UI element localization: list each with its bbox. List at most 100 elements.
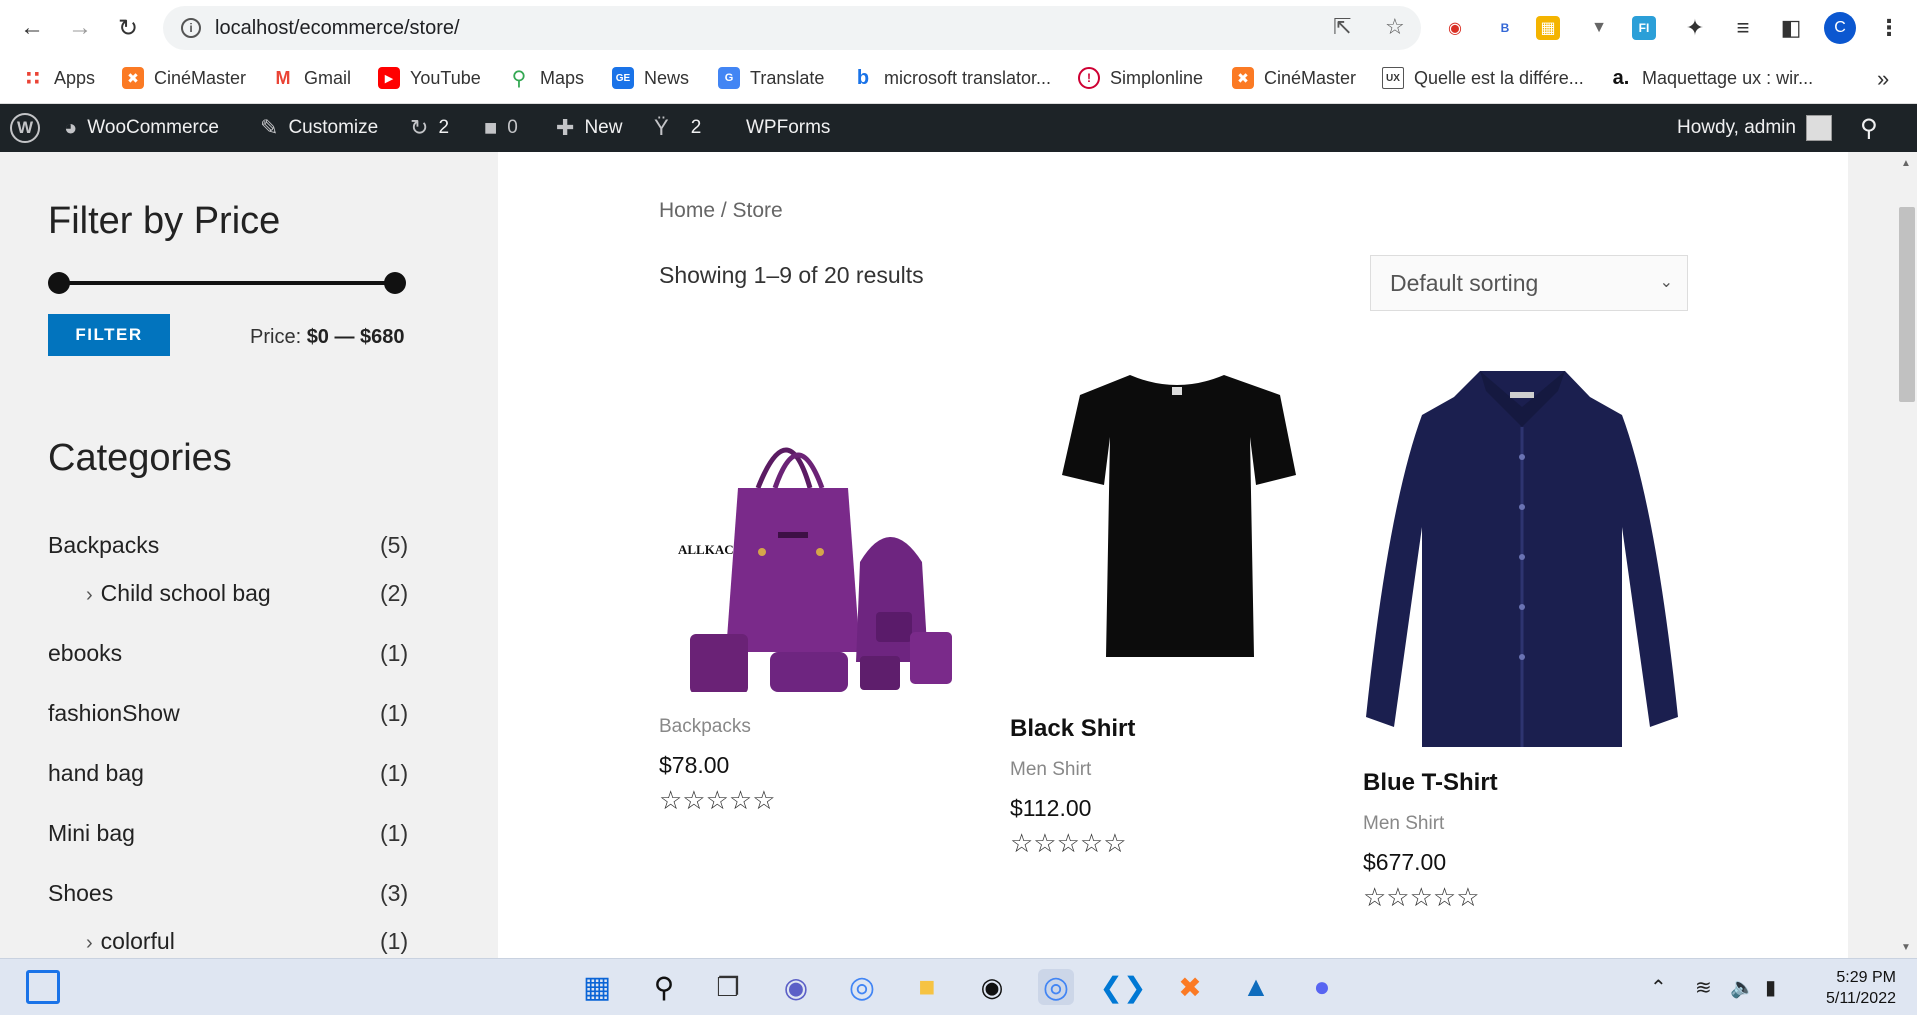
product-price: $112.00 bbox=[1010, 795, 1092, 821]
chevron-up-icon[interactable]: ⌃ bbox=[1650, 975, 1667, 1000]
extensions-puzzle-icon[interactable]: ✦ bbox=[1680, 13, 1710, 43]
extension-icon[interactable]: ▦ bbox=[1536, 16, 1560, 40]
bookmark-gmail[interactable]: M Gmail bbox=[272, 56, 352, 100]
bookmark-simplonline[interactable]: ! Simplonline bbox=[1078, 56, 1203, 100]
bookmark-cinemaster-2[interactable]: ✖ CinéMaster bbox=[1232, 56, 1356, 100]
url-text[interactable]: localhost/ecommerce/store/ bbox=[215, 17, 460, 40]
extension-icon[interactable]: ◉ bbox=[1440, 13, 1470, 43]
task-view-icon[interactable]: ❐ bbox=[710, 969, 746, 1005]
extension-icon[interactable]: FI bbox=[1632, 16, 1656, 40]
reload-icon[interactable]: ↻ bbox=[108, 8, 148, 48]
product-image-blue-shirt[interactable] bbox=[1360, 367, 1685, 747]
category-link[interactable]: Mini bag bbox=[48, 820, 135, 847]
category-link[interactable]: Backpacks bbox=[48, 532, 159, 559]
product-image-bag-set[interactable]: ALLKACI bbox=[660, 372, 980, 694]
bookmark-translate[interactable]: G Translate bbox=[718, 56, 824, 100]
product-image-black-shirt[interactable] bbox=[1050, 367, 1305, 667]
bookmark-label: Gmail bbox=[304, 67, 352, 88]
category-link[interactable]: fashionShow bbox=[48, 700, 180, 727]
category-count: (1) bbox=[380, 928, 409, 954]
paintbrush-icon: ✎ bbox=[260, 115, 279, 140]
category-link[interactable]: hand bag bbox=[48, 760, 144, 787]
battery-icon[interactable]: ▮ bbox=[1765, 975, 1776, 1000]
wordpress-logo-icon[interactable]: W bbox=[10, 104, 40, 152]
share-icon[interactable]: ⇱ bbox=[1333, 14, 1351, 40]
yoast-count: 2 bbox=[690, 117, 702, 138]
subcategory-item[interactable]: › colorful bbox=[86, 928, 175, 955]
back-icon[interactable]: ← bbox=[12, 8, 52, 48]
category-link[interactable]: Child school bag bbox=[101, 580, 271, 606]
bookmark-cinemaster[interactable]: ✖ CinéMaster bbox=[122, 56, 246, 100]
product-category[interactable]: Backpacks bbox=[659, 716, 751, 738]
apps-grid-icon: ∷ bbox=[26, 67, 40, 90]
product-category[interactable]: Men Shirt bbox=[1363, 813, 1444, 835]
bookmark-maps[interactable]: ⚲ Maps bbox=[508, 56, 584, 100]
filter-button[interactable]: FILTER bbox=[48, 314, 170, 356]
adminbar-account[interactable]: Howdy, admin bbox=[1677, 104, 1832, 152]
category-link[interactable]: ebooks bbox=[48, 640, 122, 667]
reading-list-icon[interactable]: ≡ bbox=[1728, 13, 1758, 43]
bookmark-label: CinéMaster bbox=[1264, 67, 1357, 88]
windows-start-icon[interactable]: ▦ bbox=[579, 969, 615, 1005]
extension-icon[interactable]: B bbox=[1490, 13, 1520, 43]
bookmark-label: Quelle est la différe... bbox=[1414, 67, 1584, 88]
address-bar[interactable]: i localhost/ecommerce/store/ ⇱ ☆ bbox=[163, 6, 1421, 50]
chrome-profile-icon[interactable]: ◎ bbox=[1038, 969, 1074, 1005]
dashboard-gauge-icon: ◕ bbox=[64, 115, 78, 140]
search-icon[interactable]: ⚲ bbox=[646, 969, 682, 1005]
scroll-down-arrow-icon[interactable]: ▼ bbox=[1901, 942, 1911, 953]
adminbar-new[interactable]: ✚ New bbox=[556, 104, 622, 152]
widgets-icon[interactable] bbox=[26, 970, 60, 1004]
system-clock[interactable]: 5:29 PM 5/11/2022 bbox=[1806, 967, 1896, 1009]
bookmark-news[interactable]: GE News bbox=[612, 56, 689, 100]
shop-sidebar: Filter by Price FILTER Price: $0 — $680 … bbox=[0, 152, 498, 958]
teams-chat-icon[interactable]: ◉ bbox=[778, 969, 814, 1005]
photos-icon[interactable]: ▲ bbox=[1238, 969, 1274, 1005]
breadcrumb[interactable]: Home / Store bbox=[659, 199, 783, 223]
bookmark-star-icon[interactable]: ☆ bbox=[1385, 14, 1405, 40]
figma-icon[interactable]: ◉ bbox=[974, 969, 1010, 1005]
bookmark-youtube[interactable]: ▶ YouTube bbox=[378, 56, 481, 100]
file-explorer-icon[interactable]: ■ bbox=[909, 969, 945, 1005]
forward-icon[interactable]: → bbox=[60, 8, 100, 48]
wifi-icon[interactable]: ≋ bbox=[1695, 975, 1712, 1000]
discord-icon[interactable]: ● bbox=[1304, 969, 1340, 1005]
price-slider-min-handle[interactable] bbox=[48, 272, 70, 294]
product-category[interactable]: Men Shirt bbox=[1010, 759, 1091, 781]
volume-icon[interactable]: 🔈 bbox=[1730, 975, 1755, 1000]
price-slider-track[interactable] bbox=[60, 281, 396, 285]
search-icon[interactable]: ⚲ bbox=[1860, 104, 1878, 152]
bookmark-apps[interactable]: ∷ Apps bbox=[22, 56, 95, 100]
category-link[interactable]: Shoes bbox=[48, 880, 113, 907]
scrollbar-thumb[interactable] bbox=[1899, 207, 1915, 402]
categories-title: Categories bbox=[48, 437, 232, 479]
adminbar-updates[interactable]: ↻ 2 bbox=[410, 104, 449, 152]
adminbar-woocommerce[interactable]: ◕ WooCommerce bbox=[64, 104, 219, 152]
bookmarks-bar: ∷ Apps ✖ CinéMaster M Gmail ▶ YouTube ⚲ … bbox=[0, 56, 1917, 104]
bookmark-microsoft-translator[interactable]: b microsoft translator... bbox=[852, 56, 1051, 100]
more-bookmarks-icon[interactable]: » bbox=[1877, 66, 1889, 92]
subcategory-item[interactable]: › Child school bag bbox=[86, 580, 271, 607]
adminbar-yoast[interactable]: Ÿ 2 bbox=[654, 104, 701, 152]
bookmark-quelle-est[interactable]: UX Quelle est la différe... bbox=[1382, 56, 1584, 100]
side-panel-icon[interactable]: ◧ bbox=[1776, 13, 1806, 43]
adminbar-wpforms[interactable]: WPForms bbox=[746, 104, 830, 152]
profile-avatar[interactable]: C bbox=[1824, 12, 1856, 44]
price-slider-max-handle[interactable] bbox=[384, 272, 406, 294]
menu-kebab-icon[interactable]: ⋮ bbox=[1874, 13, 1904, 43]
adminbar-comments[interactable]: ■ 0 bbox=[484, 104, 518, 152]
vscode-icon[interactable]: ❮❯ bbox=[1100, 969, 1147, 1005]
chrome-icon[interactable]: ◎ bbox=[844, 969, 880, 1005]
category-link[interactable]: colorful bbox=[101, 928, 175, 954]
sorting-select[interactable]: Default sorting ⌄ bbox=[1370, 255, 1688, 311]
scroll-up-arrow-icon[interactable]: ▲ bbox=[1901, 158, 1911, 169]
vue-devtools-icon[interactable]: ▼ bbox=[1584, 13, 1614, 43]
adminbar-customize[interactable]: ✎ Customize bbox=[260, 104, 378, 152]
site-info-icon[interactable]: i bbox=[181, 18, 201, 38]
bookmark-maquettage[interactable]: a. Maquettage ux : wir... bbox=[1610, 56, 1813, 100]
xampp-icon: ✖ bbox=[122, 67, 144, 89]
product-title[interactable]: Black Shirt bbox=[1010, 715, 1135, 743]
bookmark-label: Maps bbox=[540, 67, 585, 88]
product-title[interactable]: Blue T-Shirt bbox=[1363, 769, 1498, 797]
xampp-icon[interactable]: ✖ bbox=[1172, 969, 1208, 1005]
